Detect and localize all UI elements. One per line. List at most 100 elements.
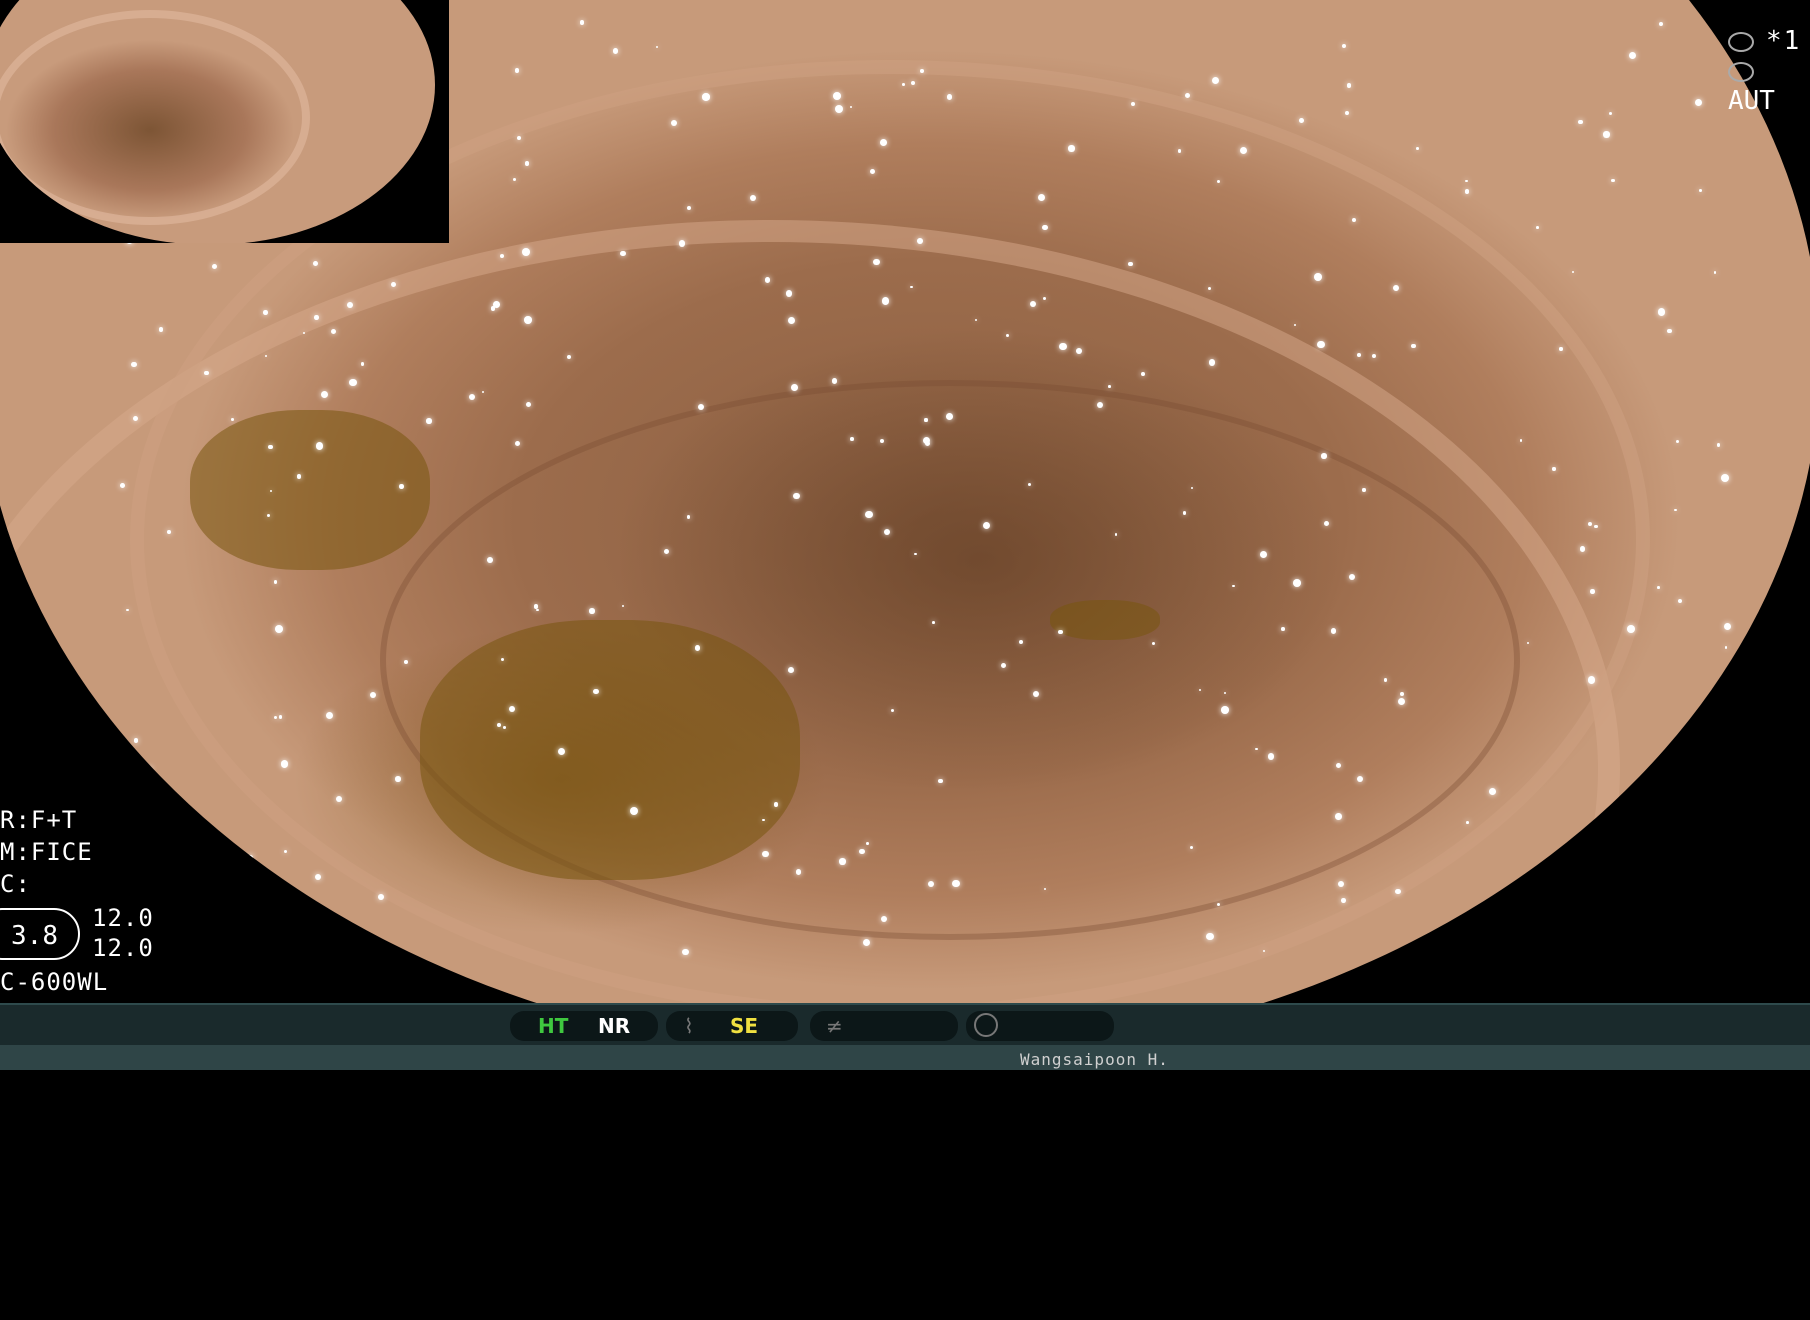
light-reflection (147, 766, 152, 772)
light-reflection (521, 248, 530, 257)
light-reflection (686, 515, 691, 519)
light-reflection (1330, 628, 1337, 634)
light-reflection (481, 390, 484, 393)
light-reflection (1688, 868, 1692, 873)
nr-label: NR (598, 1014, 631, 1038)
shutter-icon (1728, 31, 1754, 52)
info-line-1: R:F+T (0, 806, 78, 834)
light-reflection (526, 401, 532, 407)
light-reflection (1603, 131, 1610, 138)
light-reflection (1068, 145, 1075, 152)
light-reflection (849, 105, 852, 108)
light-reflection (1342, 43, 1347, 48)
light-reflection (231, 418, 234, 421)
light-reflection (263, 309, 268, 315)
status-bar-lower (0, 1045, 1810, 1070)
light-reflection (788, 316, 796, 324)
light-reflection (1578, 119, 1583, 125)
scope-model: C-600WL (0, 968, 109, 996)
light-reflection (1464, 189, 1470, 194)
light-reflection (834, 104, 843, 113)
light-reflection (120, 482, 125, 488)
light-reflection (275, 625, 284, 633)
light-reflection (314, 315, 319, 320)
top-right-indicator-1: *1 (1728, 26, 1799, 56)
light-reflection (859, 848, 865, 855)
light-reflection (203, 370, 209, 376)
light-reflection (1400, 692, 1404, 697)
iris-value-badge: 3.8 (0, 908, 80, 960)
light-reflection (1684, 778, 1693, 787)
light-reflection (762, 850, 769, 857)
light-reflection (1695, 98, 1703, 106)
light-reflection (1698, 188, 1702, 192)
light-reflection (278, 715, 283, 719)
light-reflection (1724, 645, 1728, 649)
light-reflection (1674, 508, 1677, 511)
light-reflection (349, 378, 357, 387)
light-reflection (1211, 76, 1219, 85)
light-reflection (1395, 961, 1399, 965)
light-reflection (1362, 488, 1366, 492)
light-reflection (1489, 787, 1496, 795)
light-reflection (166, 529, 171, 534)
light-reflection (764, 277, 771, 283)
light-reflection (312, 260, 318, 266)
light-reflection (503, 725, 507, 729)
light-reflection (1344, 111, 1349, 115)
light-reflection (1657, 308, 1666, 316)
light-reflection (512, 178, 516, 181)
light-reflection (655, 46, 658, 49)
light-reflection (1000, 662, 1006, 668)
light-reflection (1465, 821, 1469, 824)
light-reflection (1042, 224, 1048, 231)
light-reflection (793, 492, 800, 499)
light-reflection (1415, 147, 1419, 151)
light-reflection (678, 240, 686, 247)
se-label: SE (730, 1014, 759, 1038)
light-reflection (468, 393, 475, 400)
light-reflection (1059, 343, 1067, 351)
inset-thumbnail (0, 0, 449, 243)
light-reflection (1260, 550, 1267, 558)
info-value-a: 12.0 (92, 904, 154, 932)
light-reflection (404, 660, 408, 665)
wave-icon: ⌇ (684, 1014, 694, 1038)
residual-fluid (190, 410, 430, 570)
light-reflection (1221, 706, 1229, 714)
inset-fold (0, 10, 310, 225)
light-reflection (702, 93, 710, 101)
light-reflection (1208, 359, 1216, 366)
light-reflection (879, 138, 887, 146)
light-reflection (1713, 271, 1716, 274)
light-reflection (1411, 344, 1416, 349)
operator-name: Wangsaipoon H. (1020, 1050, 1169, 1069)
light-reflection (750, 194, 757, 201)
light-reflection (1716, 443, 1721, 447)
light-reflection (211, 263, 217, 269)
light-reflection (1027, 482, 1031, 486)
light-reflection (1108, 385, 1111, 388)
freeze-icon: ≠ (826, 1014, 843, 1038)
light-reflection (1216, 902, 1220, 906)
light-reflection (247, 854, 253, 861)
light-reflection (395, 776, 401, 782)
light-reflection (490, 306, 495, 311)
light-reflection (787, 666, 794, 673)
light-reflection (1292, 578, 1301, 587)
light-reflection (883, 528, 890, 535)
light-reflection (249, 899, 253, 904)
light-reflection (1731, 825, 1739, 833)
light-reflection (1076, 347, 1083, 354)
light-reflection (1629, 52, 1637, 60)
light-reflection (1239, 146, 1248, 155)
light-reflection (951, 879, 960, 888)
light-reflection (1676, 440, 1680, 444)
light-reflection (1346, 83, 1351, 88)
light-reflection (497, 722, 501, 727)
light-reflection (629, 807, 638, 816)
info-line-3: C: (0, 870, 31, 898)
light-reflection (902, 83, 906, 86)
indicator-1-text: 1 (1783, 26, 1800, 56)
info-value-b: 12.0 (92, 934, 154, 962)
